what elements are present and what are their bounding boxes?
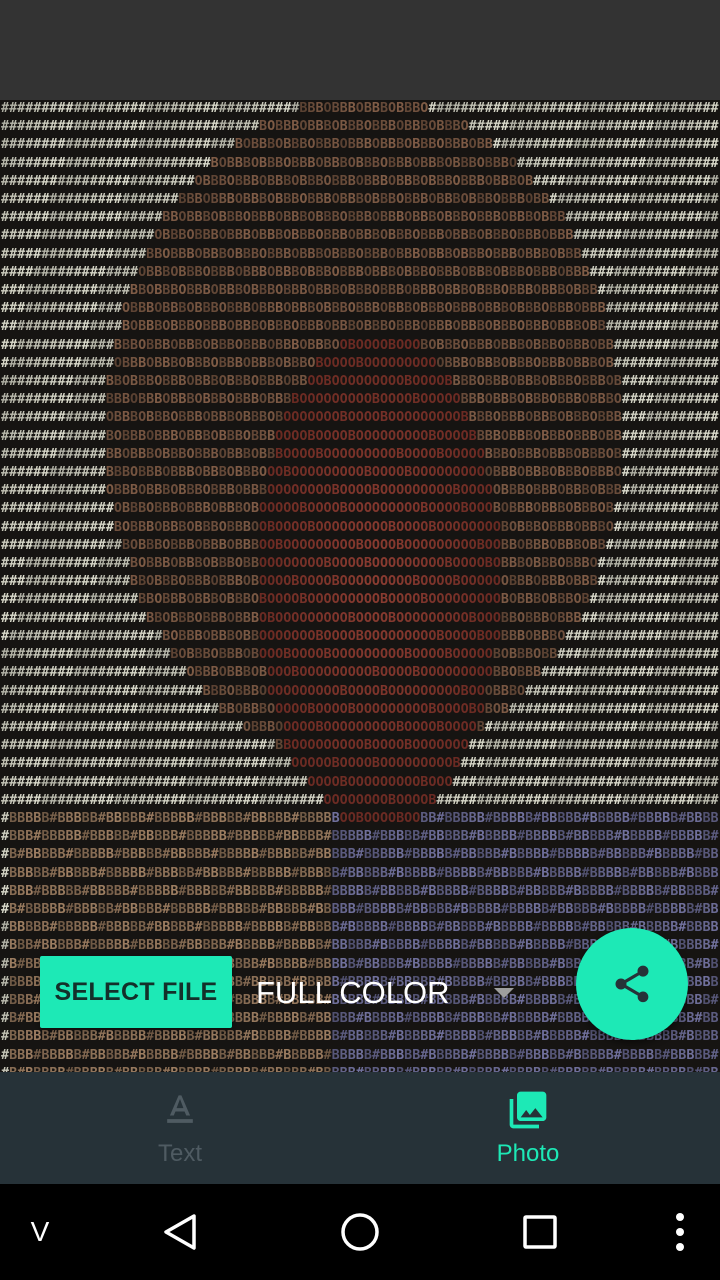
tab-text[interactable]: Text [0, 1072, 360, 1184]
color-mode-selected-value: FULL COLOR [256, 975, 450, 1010]
recents-icon [523, 1215, 557, 1249]
bottom-navigation: Text Photo [0, 1072, 720, 1184]
overflow-menu-button[interactable] [660, 1184, 700, 1280]
share-button[interactable] [576, 928, 688, 1040]
home-icon [341, 1213, 379, 1251]
system-left-label: V [20, 1184, 60, 1280]
app-root: #####################################BBB… [0, 0, 720, 1280]
back-button[interactable] [140, 1184, 220, 1280]
tab-photo-label: Photo [496, 1140, 560, 1167]
tab-photo[interactable]: Photo [360, 1072, 696, 1184]
text-format-icon [167, 1095, 193, 1123]
share-icon [615, 965, 649, 1003]
system-navigation-bar: V [0, 1184, 720, 1280]
color-mode-dropdown[interactable]: FULL COLOR [256, 964, 526, 1022]
system-left-text: V [30, 1216, 50, 1247]
photo-library-icon [509, 1091, 547, 1129]
dropdown-arrow-icon [494, 988, 514, 998]
home-button[interactable] [320, 1184, 400, 1280]
overflow-menu-icon [676, 1213, 684, 1251]
ascii-art-image: #####################################BBB… [1, 101, 719, 1072]
select-file-button[interactable]: SELECT FILE [40, 956, 232, 1028]
status-bar [0, 0, 720, 100]
tab-text-label: Text [157, 1140, 202, 1167]
controls-bar: SELECT FILE FULL COLOR [0, 928, 720, 1068]
back-icon [164, 1214, 196, 1250]
ascii-art-preview: #####################################BBB… [0, 100, 720, 1072]
recents-button[interactable] [500, 1184, 580, 1280]
